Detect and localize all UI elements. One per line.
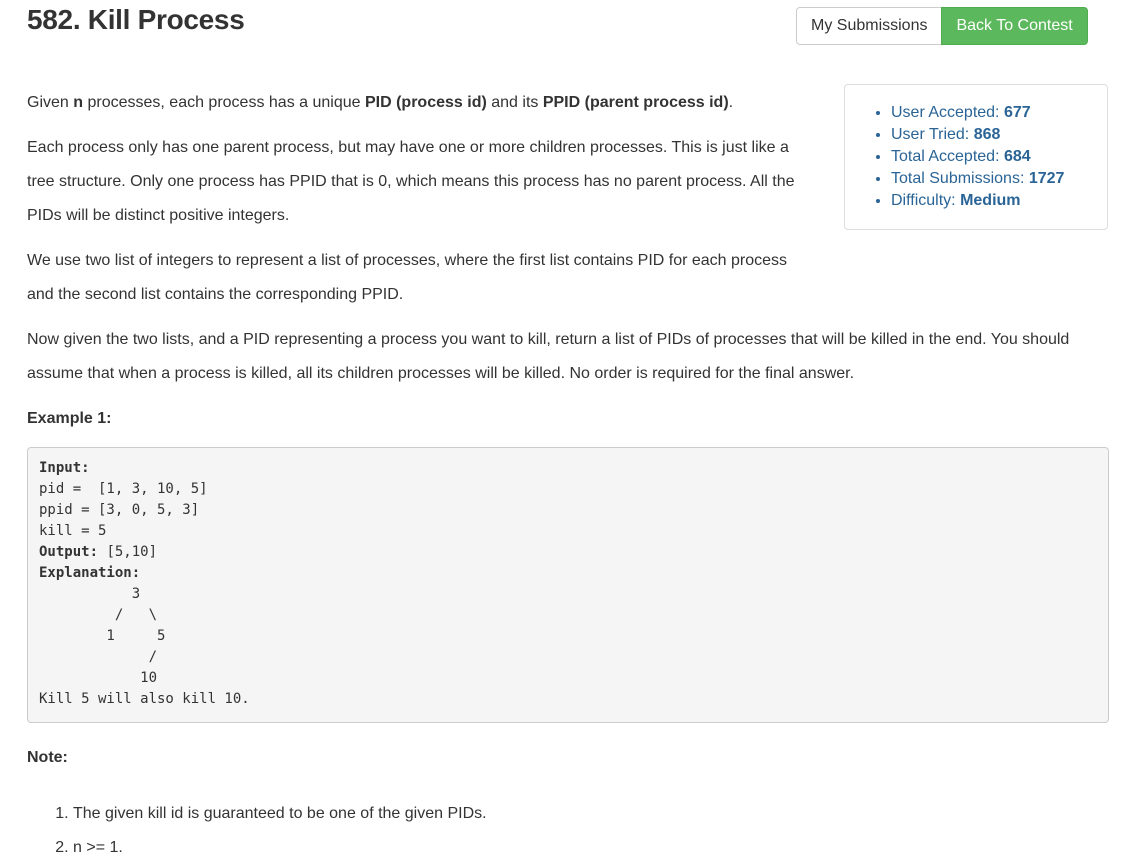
problem-description: Given n processes, each process has a un…: [27, 86, 1109, 865]
output-label: Output:: [39, 544, 99, 560]
text: .: [728, 94, 734, 111]
my-submissions-button[interactable]: My Submissions: [796, 7, 943, 45]
output-value: [5,10]: [98, 544, 158, 560]
bold-text: PID (process id): [364, 94, 487, 111]
header-button-group: My Submissions Back To Contest: [796, 7, 1088, 45]
description-paragraph-2: Each process only has one parent process…: [27, 139, 795, 224]
example-code-block: Input: pid = [1, 3, 10, 5] ppid = [3, 0,…: [27, 447, 1109, 723]
explanation-tree: 3 / \ 1 5 / 10 Kill 5 will also kill 10.: [39, 586, 250, 707]
back-to-contest-button[interactable]: Back To Contest: [941, 7, 1088, 45]
explanation-label: Explanation:: [39, 565, 141, 581]
bold-text: n: [73, 94, 84, 111]
input-lines: pid = [1, 3, 10, 5] ppid = [3, 0, 5, 3] …: [39, 481, 208, 539]
text: Given: [27, 94, 74, 111]
description-paragraph-4: Now given the two lists, and a PID repre…: [27, 331, 1070, 382]
note-item: The given kill id is guaranteed to be on…: [73, 797, 1109, 831]
bold-text: PPID (parent process id): [542, 94, 729, 111]
note-list: The given kill id is guaranteed to be on…: [27, 797, 1109, 865]
note-item: n >= 1.: [73, 831, 1109, 865]
note-heading: Note:: [27, 749, 68, 766]
description-paragraph-1: Given n processes, each process has a un…: [27, 86, 807, 120]
description-paragraph-3: We use two list of integers to represent…: [27, 252, 788, 303]
example-heading: Example 1:: [27, 410, 112, 427]
text: processes, each process has a unique: [83, 94, 365, 111]
input-label: Input:: [39, 460, 90, 476]
page-title: 582. Kill Process: [27, 4, 245, 35]
text: and its: [486, 94, 543, 111]
